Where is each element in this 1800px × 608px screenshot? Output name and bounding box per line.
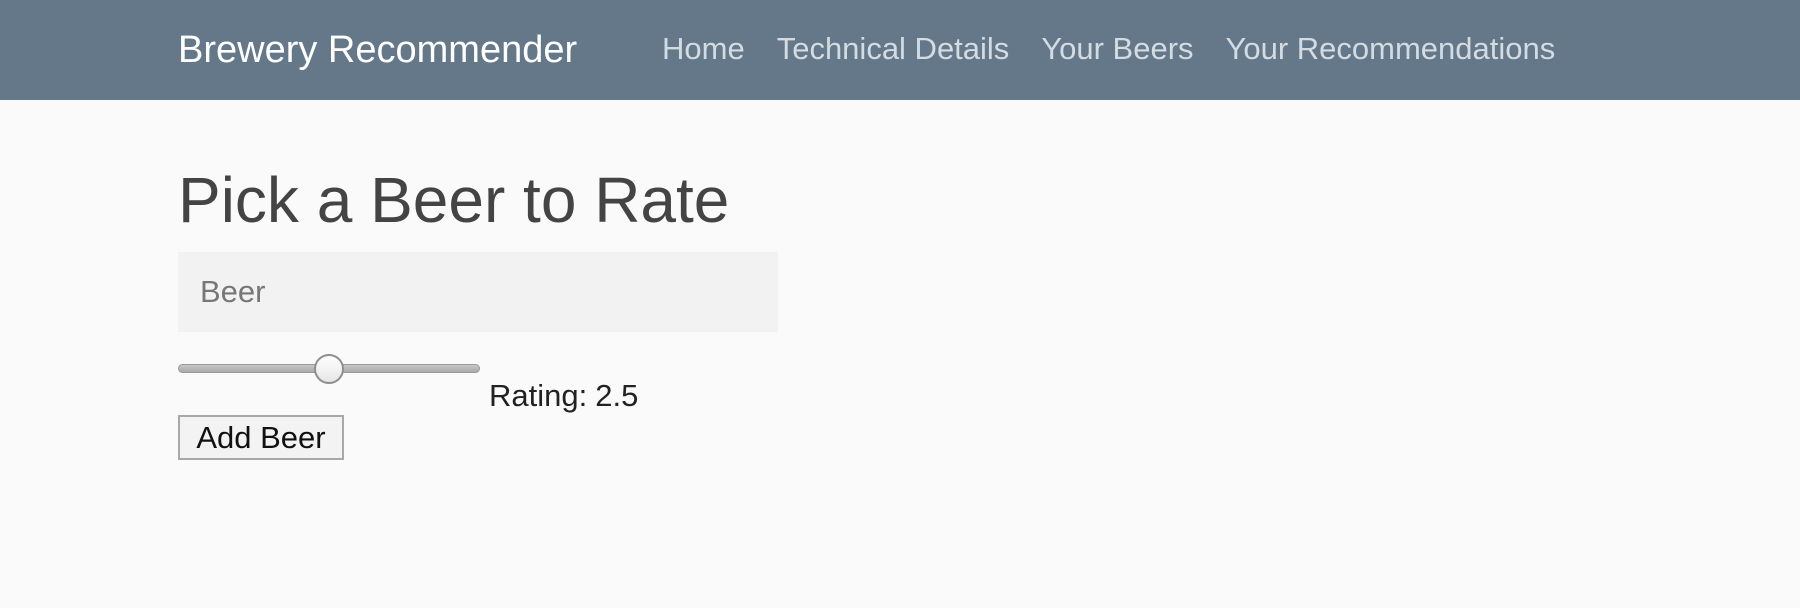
rating-slider-thumb[interactable] <box>314 354 344 384</box>
navbar: Brewery Recommender Home Technical Detai… <box>0 0 1800 100</box>
page-title: Pick a Beer to Rate <box>178 164 730 236</box>
nav-link-home[interactable]: Home <box>662 30 745 68</box>
rating-slider[interactable] <box>178 354 480 384</box>
add-beer-button[interactable]: Add Beer <box>178 415 344 460</box>
nav-link-your-recommendations[interactable]: Your Recommendations <box>1226 30 1556 68</box>
rating-label: Rating: <box>489 378 588 413</box>
nav-link-your-beers[interactable]: Your Beers <box>1041 30 1193 68</box>
nav-link-technical-details[interactable]: Technical Details <box>777 30 1010 68</box>
rating-value: 2.5 <box>595 378 639 413</box>
beer-input[interactable] <box>178 252 778 332</box>
rating-readout: Rating: 2.5 <box>489 378 638 414</box>
nav-links: Home Technical Details Your Beers Your R… <box>662 30 1555 68</box>
brand-link[interactable]: Brewery Recommender <box>178 28 577 72</box>
